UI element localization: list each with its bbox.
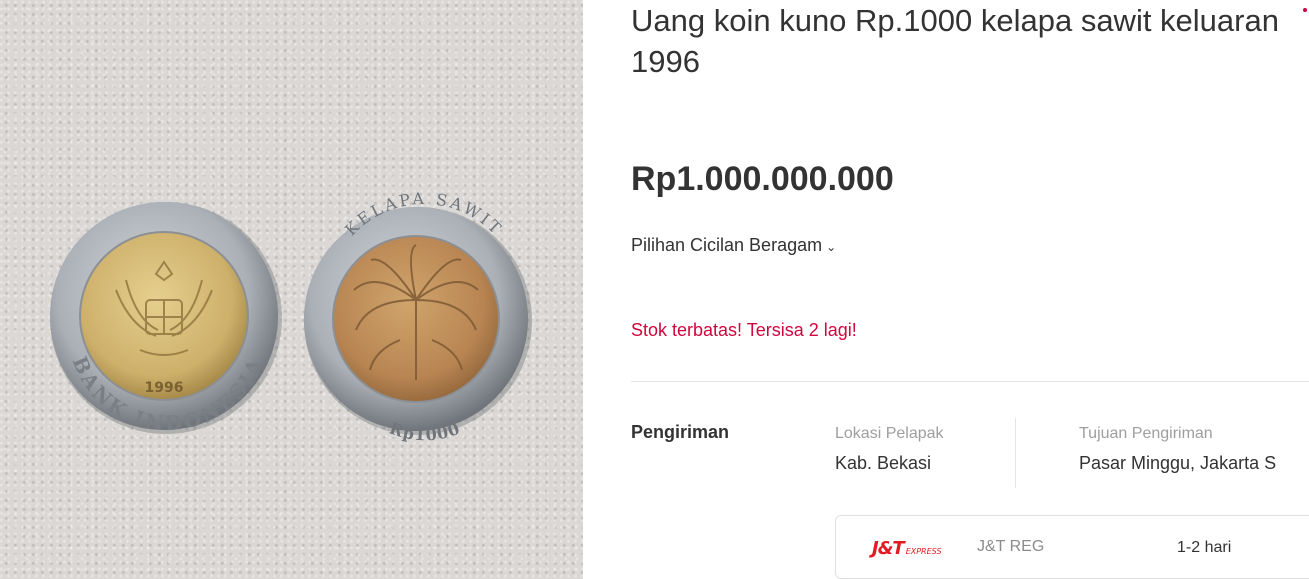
destination-value[interactable]: Pasar Minggu, Jakarta S <box>1079 453 1276 474</box>
destination-caption: Tujuan Pengiriman <box>1079 425 1213 442</box>
installment-options-label: Pilihan Cicilan Beragam <box>631 235 823 255</box>
coin-left-year: 1996 <box>145 380 184 396</box>
stock-notice: Stok terbatas! Tersisa 2 lagi! <box>631 320 857 340</box>
installment-options-link[interactable]: Pilihan Cicilan Beragam ⌄ <box>631 235 836 256</box>
shipping-origin: Lokasi Pelapak Kab. Bekasi <box>835 425 944 474</box>
column-divider <box>1015 418 1016 488</box>
product-title: Uang koin kuno Rp.1000 kelapa sawit kelu… <box>631 3 1279 79</box>
courier-service: J&T REG <box>977 538 1045 555</box>
coin-front: 1996 BANK INDONESIA <box>50 202 282 435</box>
chevron-down-icon: ⌄ <box>826 239 837 254</box>
section-divider <box>631 381 1309 382</box>
product-price: Rp1.000.000.000 <box>631 160 894 198</box>
courier-option[interactable]: J&T EXPRESS J&T REG 1-2 hari <box>835 515 1309 579</box>
coins-illustration: 1996 BANK INDONESIA KELAPA SAWIT Rp1000 <box>50 189 532 444</box>
shipping-section-label: Pengiriman <box>631 422 730 442</box>
courier-eta: 1-2 hari <box>1177 539 1232 556</box>
shipping-destination[interactable]: Tujuan Pengiriman Pasar Minggu, Jakarta … <box>1079 425 1276 474</box>
product-photo[interactable]: 1996 BANK INDONESIA KELAPA SAWIT Rp1000 <box>0 0 583 579</box>
wishlist-indicator[interactable] <box>1303 8 1307 12</box>
origin-caption: Lokasi Pelapak <box>835 425 944 442</box>
jnt-express-logo: J&T EXPRESS <box>872 538 942 559</box>
coin-back: KELAPA SAWIT Rp1000 <box>304 189 532 444</box>
origin-value: Kab. Bekasi <box>835 453 932 473</box>
